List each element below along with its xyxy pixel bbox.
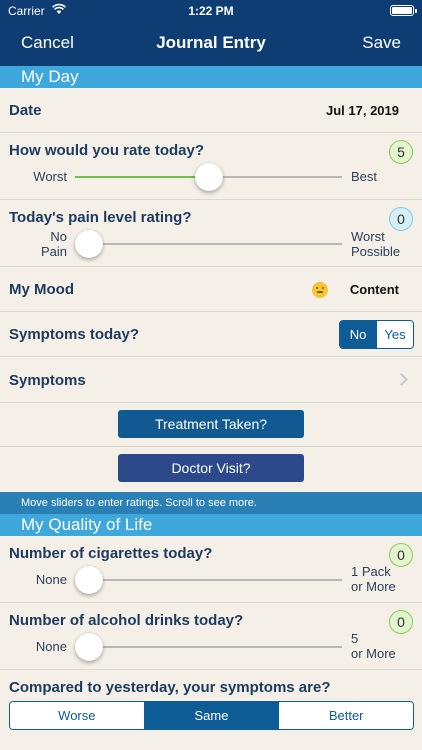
compare-same-option[interactable]: Same bbox=[143, 702, 279, 729]
symptoms-no-option[interactable]: No bbox=[340, 321, 376, 348]
symptoms-today-label: Symptoms today? bbox=[9, 326, 140, 343]
status-bar: Carrier 1:22 PM bbox=[0, 0, 422, 22]
alcohol-slider-thumb[interactable] bbox=[75, 633, 103, 661]
hint-banner: Move sliders to enter ratings. Scroll to… bbox=[0, 492, 422, 514]
compare-row: Compared to yesterday, your symptoms are… bbox=[0, 670, 422, 742]
alcohol-slider-track[interactable] bbox=[75, 633, 342, 661]
mood-value: Content bbox=[349, 282, 399, 297]
alcohol-label: Number of alcohol drinks today? bbox=[9, 612, 244, 629]
section-header-my-day: My Day bbox=[0, 66, 422, 88]
symptoms-row[interactable]: Symptoms bbox=[0, 357, 422, 403]
date-label: Date bbox=[9, 102, 42, 119]
compare-worse-option[interactable]: Worse bbox=[10, 702, 144, 729]
mood-row[interactable]: My Mood Content bbox=[0, 267, 422, 312]
navigation-bar: Cancel Journal Entry Save bbox=[0, 22, 422, 66]
rating-max-label: Best bbox=[351, 169, 378, 184]
alcohol-row: Number of alcohol drinks today? 0 None 5… bbox=[0, 603, 422, 670]
cigarettes-slider-track[interactable] bbox=[75, 566, 342, 594]
rating-slider-track[interactable] bbox=[75, 163, 342, 191]
alcohol-min-label: None bbox=[35, 639, 67, 654]
compare-label: Compared to yesterday, your symptoms are… bbox=[9, 679, 331, 696]
symptoms-toggle: No Yes bbox=[339, 320, 414, 349]
treatment-taken-button[interactable]: Treatment Taken? bbox=[118, 410, 304, 438]
rating-slider-thumb[interactable] bbox=[194, 163, 223, 191]
save-button[interactable]: Save bbox=[362, 33, 401, 53]
rating-row: How would you rate today? 5 Worst Best bbox=[0, 133, 422, 200]
compare-segmented-control: Worse Same Better bbox=[9, 701, 414, 730]
symptoms-today-row: Symptoms today? No Yes bbox=[0, 312, 422, 357]
clock: 1:22 PM bbox=[188, 4, 234, 18]
cigarettes-max-label: 1 Pack or More bbox=[351, 564, 396, 594]
pain-slider-track[interactable] bbox=[75, 230, 342, 258]
date-row[interactable]: Date Jul 17, 2019 bbox=[0, 88, 422, 133]
doctor-visit-button[interactable]: Doctor Visit? bbox=[118, 454, 304, 482]
smiley-face-icon bbox=[312, 282, 328, 298]
cigarettes-min-label: None bbox=[35, 572, 67, 587]
pain-badge: 0 bbox=[389, 207, 413, 231]
pain-slider-thumb[interactable] bbox=[75, 230, 103, 258]
alcohol-max-label: 5 or More bbox=[351, 631, 396, 661]
cigarettes-slider-thumb[interactable] bbox=[75, 566, 103, 594]
symptoms-yes-option[interactable]: Yes bbox=[376, 321, 413, 348]
rating-badge: 5 bbox=[389, 140, 413, 164]
chevron-right-icon bbox=[395, 373, 408, 386]
rating-slider-fill bbox=[75, 176, 209, 178]
rating-min-label: Worst bbox=[33, 169, 67, 184]
symptoms-label: Symptoms bbox=[9, 372, 86, 389]
pain-min-label: No Pain bbox=[40, 229, 67, 259]
cancel-button[interactable]: Cancel bbox=[21, 33, 74, 53]
rating-label: How would you rate today? bbox=[9, 142, 205, 159]
date-value: Jul 17, 2019 bbox=[326, 103, 399, 118]
pain-row: Today's pain level rating? 0 No Pain Wor… bbox=[0, 200, 422, 267]
pain-label: Today's pain level rating? bbox=[9, 209, 192, 226]
compare-better-option[interactable]: Better bbox=[278, 702, 413, 729]
cigarettes-row: Number of cigarettes today? 0 None 1 Pac… bbox=[0, 536, 422, 603]
pain-max-label: Worst Possible bbox=[351, 229, 401, 259]
section-header-quality-of-life: My Quality of Life bbox=[0, 514, 422, 536]
treatment-row: Treatment Taken? bbox=[0, 403, 422, 447]
mood-label: My Mood bbox=[9, 281, 74, 298]
cigarettes-label: Number of cigarettes today? bbox=[9, 545, 213, 562]
battery-icon bbox=[390, 5, 417, 16]
